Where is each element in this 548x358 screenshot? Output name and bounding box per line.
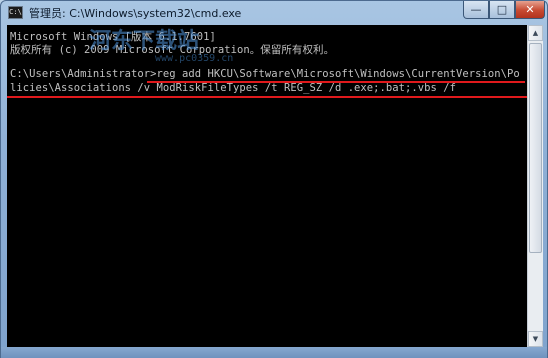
title-bar[interactable]: C:\ 管理员: C:\Windows\system32\cmd.exe — □… — [1, 1, 547, 25]
vertical-scrollbar[interactable]: ▲ ▼ — [527, 25, 543, 347]
console-line: licies\Associations /v ModRiskFileTypes … — [10, 82, 457, 94]
scroll-up-icon[interactable]: ▲ — [528, 25, 543, 41]
maximize-button[interactable]: □ — [489, 1, 515, 19]
window-title: 管理员: C:\Windows\system32\cmd.exe — [29, 7, 242, 20]
minimize-button[interactable]: — — [463, 1, 489, 19]
close-button[interactable]: ✕ — [515, 1, 545, 19]
command-highlight-underline — [7, 96, 527, 98]
watermark-url: www.pc0359.cn — [155, 53, 234, 64]
console-output[interactable]: Microsoft Windows [版本 6.1.7601] 版权所有 (c)… — [7, 25, 527, 347]
command-highlight-underline — [147, 81, 525, 83]
cmd-window: C:\ 管理员: C:\Windows\system32\cmd.exe — □… — [0, 0, 548, 358]
scroll-down-icon[interactable]: ▼ — [528, 331, 543, 347]
scrollbar-thumb[interactable] — [529, 43, 542, 253]
window-bottom-frame — [1, 347, 547, 358]
console-line: C:\Users\Administrator>reg add HKCU\Soft… — [10, 68, 520, 80]
watermark-text: 河东下载站 — [89, 29, 200, 54]
cmd-app-icon[interactable]: C:\ — [8, 6, 23, 19]
